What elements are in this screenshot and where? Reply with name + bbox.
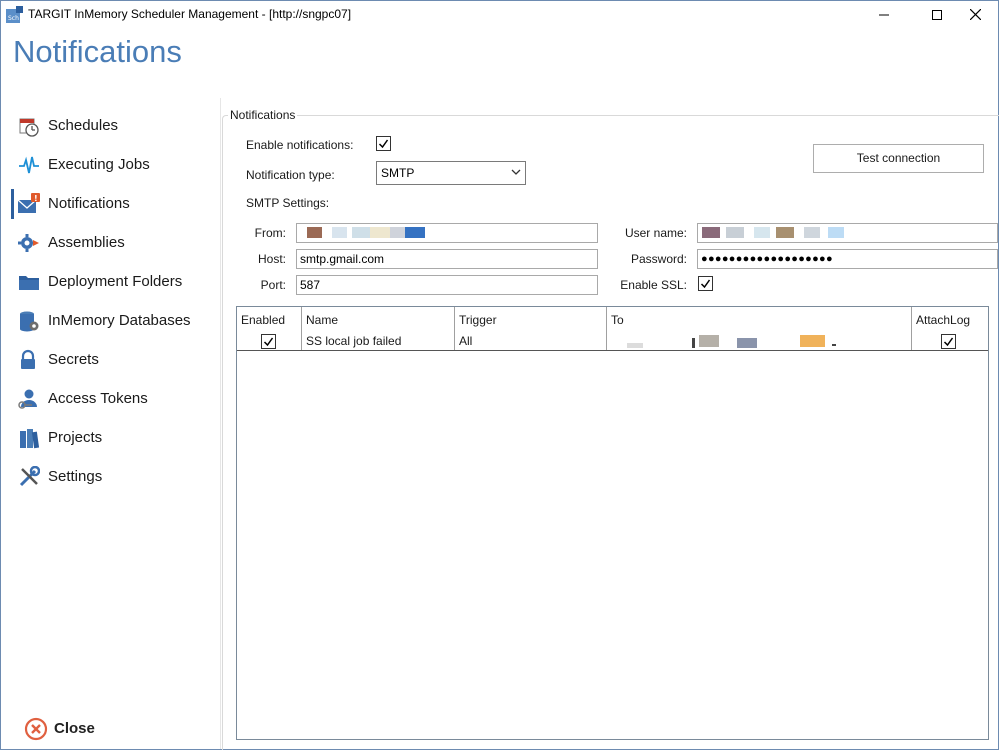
column-name[interactable]: Name SS local job failed [302,307,455,350]
row-enabled-checkbox[interactable] [261,334,276,349]
window-title: TARGIT InMemory Scheduler Management - [… [28,7,352,21]
column-header: AttachLog [916,313,971,327]
sidebar-item-label: Executing Jobs [48,156,150,173]
close-icon [969,9,981,20]
sidebar-item-label: Projects [48,429,103,446]
sidebar-item-access-tokens[interactable]: Access Tokens [11,384,211,414]
svg-text:!: ! [34,194,38,203]
column-enabled[interactable]: Enabled [237,307,302,350]
enable-ssl-checkbox[interactable] [698,276,713,291]
column-to[interactable]: To [607,307,912,350]
port-value: 587 [300,278,321,292]
column-header: Name [306,313,339,327]
user-name-field[interactable] [697,223,998,243]
sidebar-item-executing-jobs[interactable]: Executing Jobs [11,150,211,180]
close-window-button[interactable] [952,1,998,28]
tools-icon [19,466,40,487]
host-value: smtp.gmail.com [300,252,385,266]
password-label: Password: [630,252,687,266]
scheduler-app-icon: Sch [6,6,23,23]
grid-row-divider [237,350,988,351]
column-trigger[interactable]: Trigger All [455,307,607,350]
books-icon [20,429,40,449]
sidebar-item-secrets[interactable]: Secrets [11,345,211,375]
clock-calendar-icon [19,118,39,137]
column-header: Enabled [241,313,286,327]
checkmark-icon [943,337,954,347]
folder-icon [19,276,39,290]
sidebar-item-label: Access Tokens [48,390,148,407]
checkmark-icon [378,139,389,149]
user-key-icon [18,389,37,409]
gear-arrow-icon [18,234,39,252]
lock-icon [21,349,35,369]
svg-text:Sch: Sch [8,15,19,22]
sidebar-item-label: Assemblies [48,234,125,251]
minimize-button[interactable] [861,1,907,28]
test-connection-button[interactable]: Test connection [813,144,984,173]
minimize-icon [879,14,889,15]
sidebar-item-projects[interactable]: Projects [11,423,211,453]
sidebar-item-deployment-folders[interactable]: Deployment Folders [11,267,211,297]
from-label: From: [254,226,286,240]
sidebar-divider [220,98,221,749]
column-header: To [611,313,624,327]
notification-type-label: Notification type: [246,168,335,182]
app-window: Sch TARGIT InMemory Scheduler Management… [0,0,999,750]
maximize-icon [932,9,942,20]
row-attachlog-checkbox[interactable] [941,334,956,349]
from-field[interactable] [296,223,598,243]
sidebar-item-notifications[interactable]: ! Notifications [11,189,211,219]
enable-ssl-label: Enable SSL: [620,278,687,292]
group-legend: Notifications [228,108,298,122]
port-field[interactable]: 587 [296,275,598,295]
checkmark-icon [263,337,274,347]
enable-notifications-checkbox[interactable] [376,136,391,151]
sidebar-item-settings[interactable]: Settings [11,462,211,492]
sidebar-item-inmemory-databases[interactable]: InMemory Databases [11,306,211,336]
notifications-grid: Enabled Name SS local job failed Trigger… [236,306,989,740]
port-label: Port: [260,278,286,292]
host-field[interactable]: smtp.gmail.com [296,249,598,269]
database-icon [20,311,39,332]
host-label: Host: [257,252,286,266]
sidebar-item-schedules[interactable]: Schedules [11,111,211,141]
user-name-label: User name: [624,226,687,240]
smtp-settings-label: SMTP Settings: [246,196,330,210]
active-indicator [11,189,14,219]
enable-notifications-label: Enable notifications: [246,138,354,152]
sidebar-item-label: Secrets [48,351,99,368]
close-circle-icon [24,717,48,741]
sidebar-item-label: Notifications [48,195,130,212]
password-value: ●●●●●●●●●●●●●●●●●●● [701,253,833,265]
chevron-down-icon [511,169,521,175]
mail-alert-icon: ! [18,193,40,213]
notification-type-select[interactable]: SMTP [376,161,526,185]
sidebar-item-assemblies[interactable]: Assemblies [11,228,211,258]
checkmark-icon [700,279,711,289]
page-title: Notifications [13,34,182,69]
pulse-icon [19,156,39,174]
row-trigger-cell[interactable]: All [459,334,472,348]
sidebar-item-label: Settings [48,468,103,485]
title-bar: Sch TARGIT InMemory Scheduler Management… [1,1,998,28]
column-attachlog[interactable]: AttachLog [912,307,987,350]
close-label: Close [54,720,95,737]
sidebar-item-label: Deployment Folders [48,273,183,290]
password-field[interactable]: ●●●●●●●●●●●●●●●●●●● [697,249,998,269]
notification-type-value: SMTP [381,166,415,180]
column-header: Trigger [459,313,497,327]
sidebar-item-label: Schedules [48,117,119,134]
sidebar-item-label: InMemory Databases [48,312,191,329]
close-button[interactable]: Close [24,716,95,742]
row-name-cell[interactable]: SS local job failed [306,334,401,348]
